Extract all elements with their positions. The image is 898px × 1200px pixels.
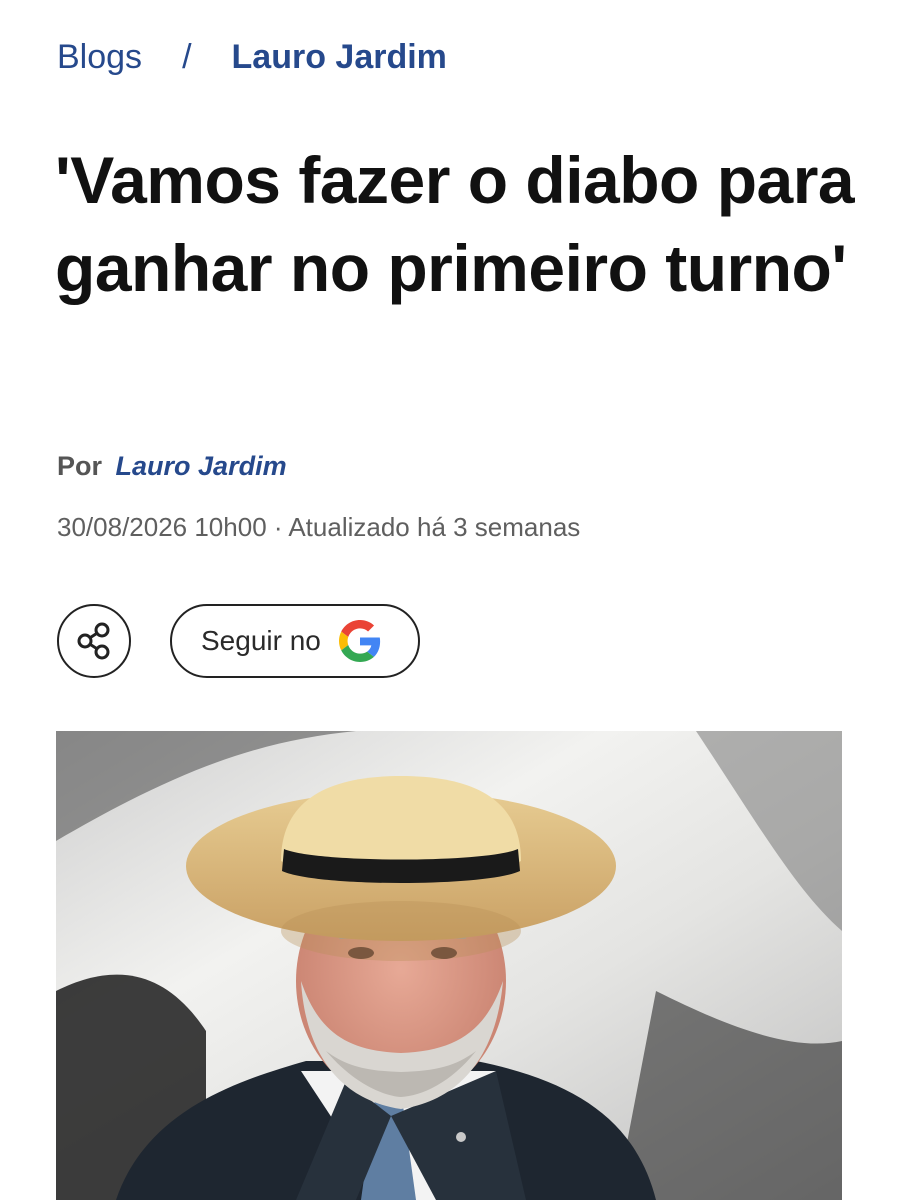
portrait-image <box>56 731 842 1200</box>
byline-prefix: Por <box>57 451 103 481</box>
dateline: 30/08/2026 10h00 · Atualizado há 3 seman… <box>57 509 580 545</box>
share-button[interactable] <box>57 604 131 678</box>
breadcrumb-blogs-link[interactable]: Blogs <box>57 34 142 80</box>
article-photo <box>56 731 842 1200</box>
author-link[interactable]: Lauro Jardim <box>116 451 287 481</box>
share-icon <box>77 622 110 660</box>
google-g-icon <box>338 620 380 662</box>
article-page: Blogs / Lauro Jardim 'Vamos fazer o diab… <box>0 0 898 1200</box>
published-date: 30/08/2026 10h00 <box>57 512 267 542</box>
breadcrumb-separator: / <box>182 38 192 76</box>
follow-label: Seguir no <box>201 625 321 656</box>
breadcrumb-blog-link[interactable]: Lauro Jardim <box>232 34 447 80</box>
article-headline: 'Vamos fazer o diabo para ganhar no prim… <box>55 143 855 305</box>
breadcrumb: Blogs / Lauro Jardim <box>57 34 447 80</box>
updated-time: · Atualizado há 3 semanas <box>273 512 581 542</box>
byline: Por Lauro Jardim <box>57 448 287 484</box>
follow-google-button[interactable]: Seguir no <box>170 604 420 678</box>
